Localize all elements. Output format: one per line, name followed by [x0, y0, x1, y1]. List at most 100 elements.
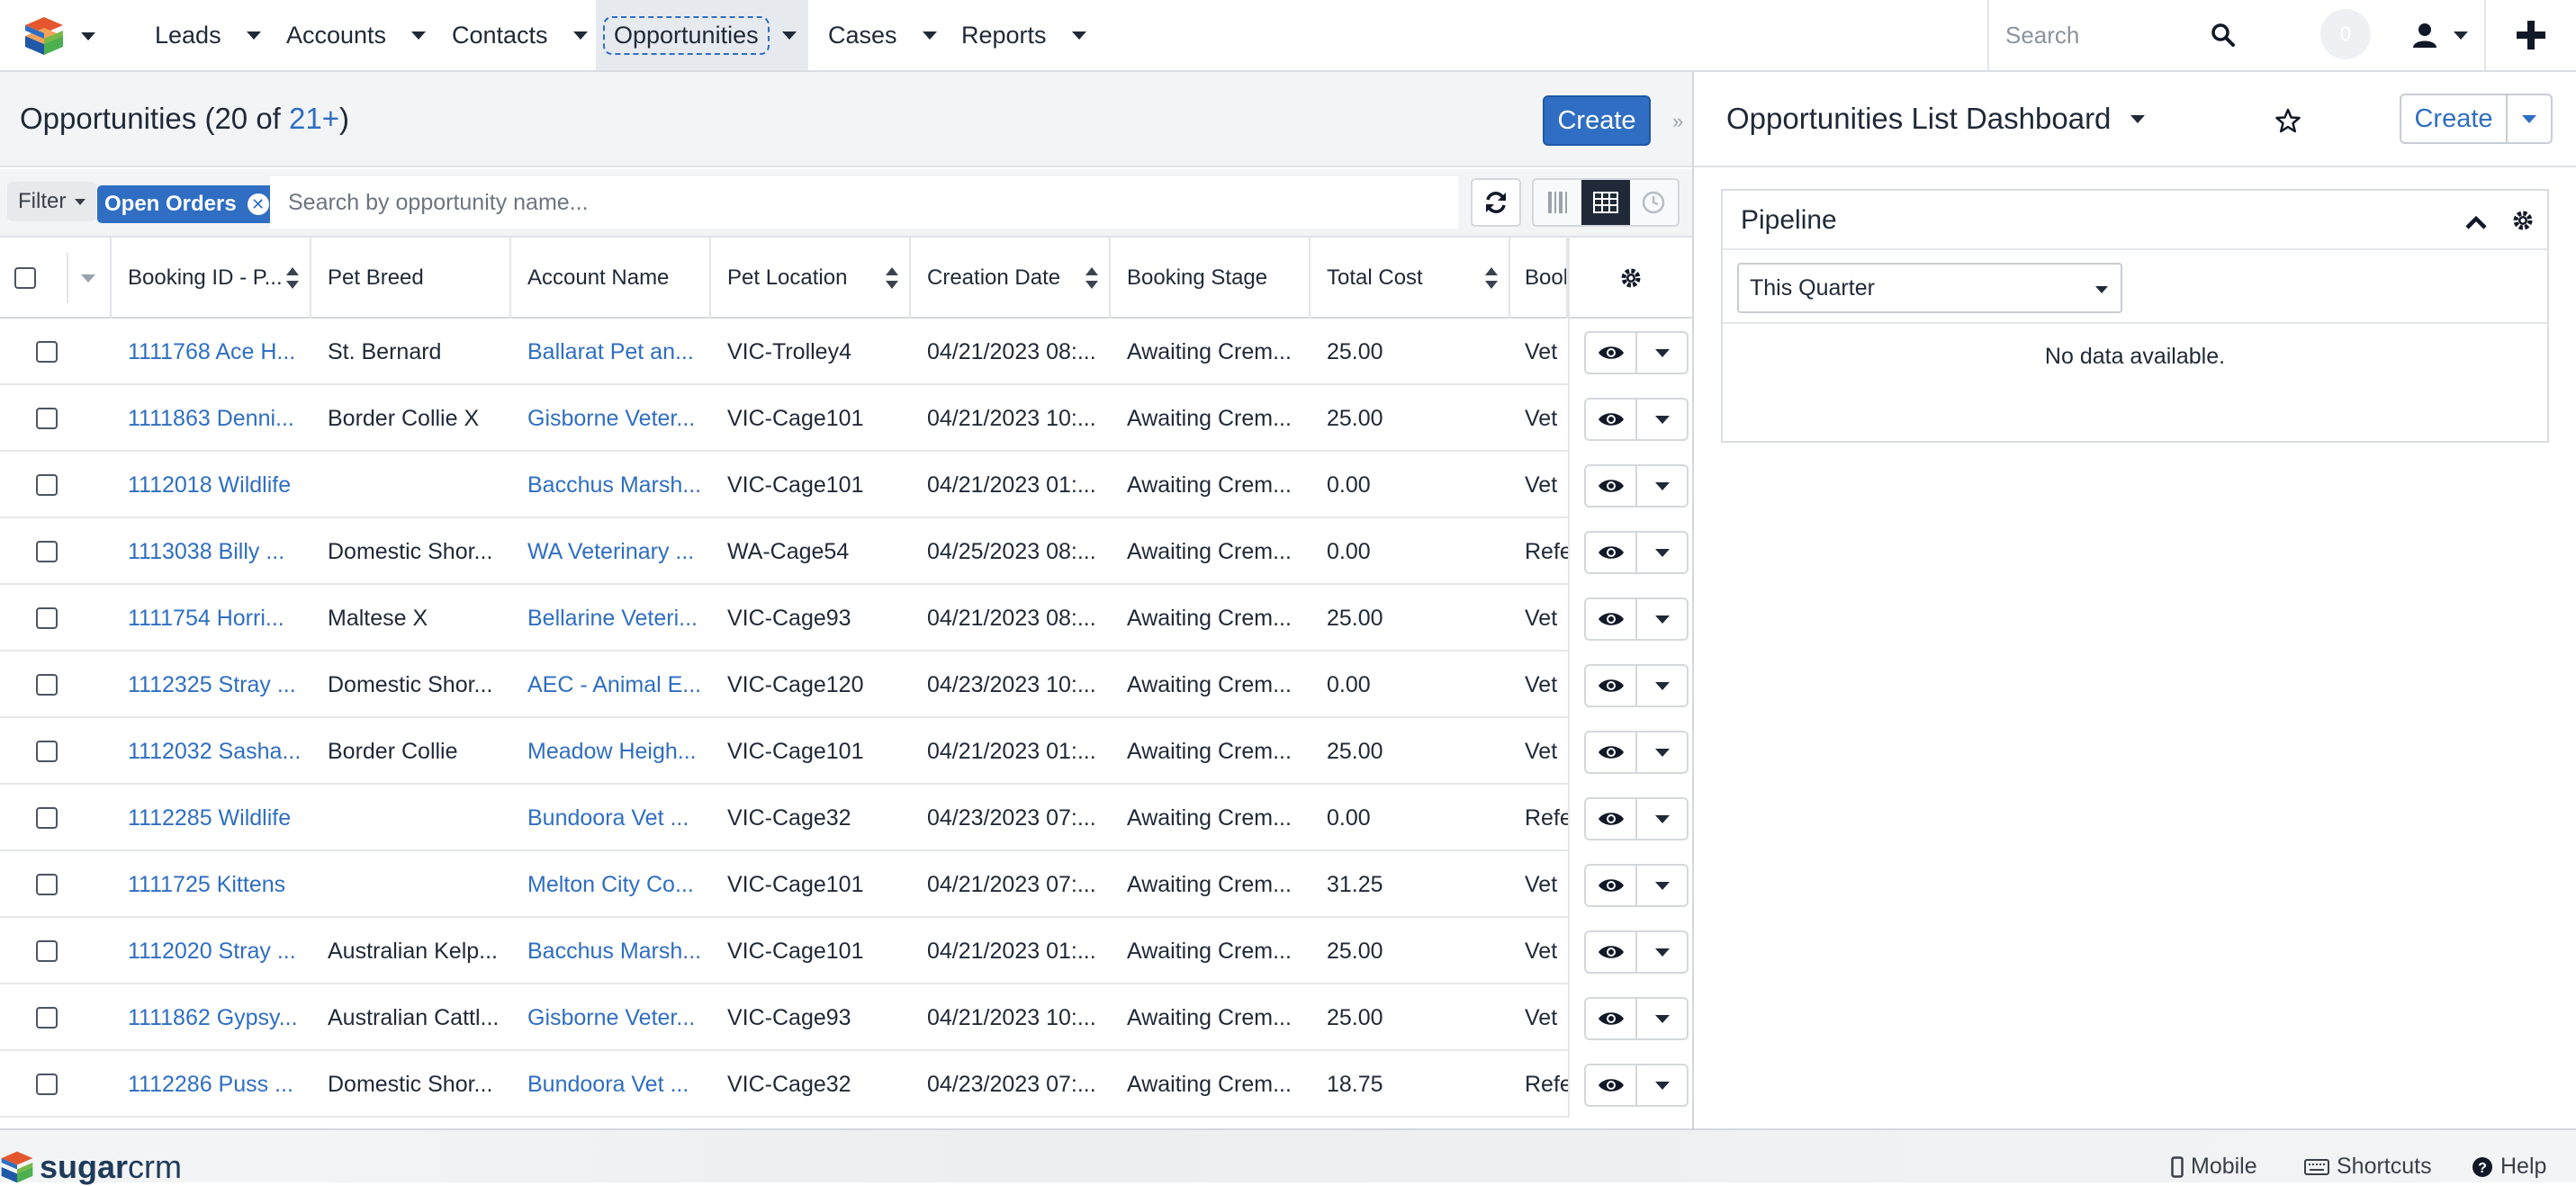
row-actions-dropdown[interactable] [1635, 866, 1687, 905]
account-name-link[interactable]: Bacchus Marsh... [511, 918, 711, 984]
row-checkbox[interactable] [36, 741, 58, 762]
quick-create-button[interactable] [2484, 0, 2576, 70]
column-header-creation-date[interactable]: Creation Date [911, 238, 1111, 319]
favorite-star-icon[interactable] [2275, 108, 2301, 133]
row-checkbox[interactable] [36, 1074, 58, 1095]
preview-button[interactable] [1586, 732, 1635, 772]
mass-actions-chevron-icon[interactable] [81, 274, 95, 283]
chevron-down-icon[interactable] [411, 31, 427, 40]
nav-tab-cases[interactable]: Cases [808, 0, 957, 70]
account-name-link[interactable]: WA Veterinary ... [511, 518, 711, 585]
account-name-link[interactable]: Bellarine Veteri... [511, 585, 711, 651]
row-checkbox[interactable] [36, 474, 58, 496]
preview-button[interactable] [1586, 999, 1635, 1038]
account-name-link[interactable]: Bacchus Marsh... [511, 452, 711, 518]
account-name-link[interactable]: Melton City Co... [511, 851, 711, 918]
preview-button[interactable] [1586, 533, 1635, 572]
nav-tab-leads[interactable]: Leads [135, 0, 281, 70]
nav-tab-accounts[interactable]: Accounts [266, 0, 446, 70]
shortcuts-link[interactable]: Shortcuts [2304, 1154, 2432, 1180]
collapse-dashboard-icon[interactable]: » [1672, 110, 1683, 133]
booking-id-link[interactable]: 1111862 Gypsy... [112, 984, 311, 1051]
column-header-account-name[interactable]: Account Name [511, 238, 711, 319]
sugarcrm-footer-logo[interactable]: sugarcrm [0, 1148, 182, 1186]
account-name-link[interactable]: Gisborne Veter... [511, 984, 711, 1051]
gear-icon[interactable] [2511, 209, 2535, 232]
list-view-button[interactable] [1581, 180, 1630, 225]
column-header-booking-stage[interactable]: Booking Stage [1111, 238, 1311, 319]
global-search-input[interactable] [1993, 21, 2173, 49]
refresh-button[interactable] [1471, 178, 1521, 227]
dashboard-title[interactable]: Opportunities List Dashboard [1726, 102, 2146, 136]
preview-button[interactable] [1586, 400, 1635, 439]
column-header-pet-location[interactable]: Pet Location [711, 238, 911, 319]
app-logo-menu[interactable] [23, 11, 95, 61]
row-checkbox[interactable] [36, 607, 58, 629]
user-menu[interactable] [2412, 0, 2468, 70]
booking-id-link[interactable]: 1111768 Ace H... [112, 319, 311, 385]
chevron-down-icon[interactable] [246, 31, 261, 40]
preview-button[interactable] [1586, 866, 1635, 905]
booking-id-link[interactable]: 1112325 Stray ... [112, 651, 311, 718]
account-name-link[interactable]: Bundoora Vet ... [511, 1051, 711, 1118]
booking-id-link[interactable]: 1111725 Kittens [112, 851, 311, 918]
activity-view-button[interactable] [1630, 180, 1678, 225]
booking-id-link[interactable]: 1112020 Stray ... [112, 918, 311, 984]
row-actions-dropdown[interactable] [1635, 666, 1687, 705]
row-actions-dropdown[interactable] [1635, 1065, 1687, 1105]
active-filter-pill[interactable]: Open Orders ✕ [97, 185, 278, 223]
booking-id-link[interactable]: 1111754 Horri... [112, 585, 311, 651]
column-header-booking-extra[interactable]: Bool [1510, 238, 1568, 319]
row-checkbox[interactable] [36, 874, 58, 895]
booking-id-link[interactable]: 1112018 Wildlife [112, 452, 311, 518]
chevron-down-icon[interactable] [922, 31, 937, 40]
row-actions-dropdown[interactable] [1635, 533, 1687, 572]
row-checkbox[interactable] [36, 807, 58, 829]
column-view-button[interactable] [1534, 180, 1581, 225]
row-actions-dropdown[interactable] [1635, 799, 1687, 839]
row-checkbox[interactable] [36, 408, 58, 429]
column-header-pet-breed[interactable]: Pet Breed [311, 238, 511, 319]
pane-divider[interactable] [1692, 72, 1694, 1128]
dashboard-create-dropdown[interactable] [2506, 95, 2551, 142]
row-actions-dropdown[interactable] [1635, 732, 1687, 772]
account-name-link[interactable]: Meadow Heigh... [511, 718, 711, 785]
filter-dropdown[interactable]: Filter [7, 182, 97, 221]
nav-tab-reports[interactable]: Reports [941, 0, 1106, 70]
row-actions-dropdown[interactable] [1635, 599, 1687, 639]
row-checkbox[interactable] [36, 940, 58, 962]
column-header-booking-id[interactable]: Booking ID - P... [112, 238, 311, 319]
row-checkbox[interactable] [36, 341, 58, 363]
sort-icon[interactable] [1485, 267, 1498, 289]
time-range-select[interactable]: This Quarter [1737, 263, 2122, 313]
search-icon[interactable] [2211, 22, 2236, 48]
account-name-link[interactable]: Gisborne Veter... [511, 385, 711, 452]
booking-id-link[interactable]: 1112032 Sasha... [112, 718, 311, 785]
account-name-link[interactable]: Ballarat Pet an... [511, 319, 711, 385]
chevron-down-icon[interactable] [1071, 31, 1086, 40]
preview-button[interactable] [1586, 466, 1635, 506]
account-name-link[interactable]: Bundoora Vet ... [511, 785, 711, 851]
dashboard-create-button[interactable]: Create [2401, 95, 2506, 142]
mobile-link[interactable]: Mobile [2171, 1154, 2257, 1180]
booking-id-link[interactable]: 1112285 Wildlife [112, 785, 311, 851]
help-link[interactable]: ? Help [2472, 1154, 2546, 1180]
row-actions-dropdown[interactable] [1635, 999, 1687, 1038]
preview-button[interactable] [1586, 932, 1635, 972]
column-header-total-cost[interactable]: Total Cost [1311, 238, 1510, 319]
sort-icon[interactable] [886, 267, 898, 289]
preview-button[interactable] [1586, 666, 1635, 705]
nav-tab-contacts[interactable]: Contacts [432, 0, 608, 70]
account-name-link[interactable]: AEC - Animal E... [511, 651, 711, 718]
opportunity-search-input[interactable] [270, 176, 1458, 229]
row-checkbox[interactable] [36, 1007, 58, 1029]
gear-icon[interactable] [1619, 266, 1643, 290]
remove-filter-icon[interactable]: ✕ [247, 193, 269, 215]
record-count-total-link[interactable]: 21+ [289, 102, 339, 135]
sort-icon[interactable] [1085, 267, 1098, 289]
row-actions-dropdown[interactable] [1635, 932, 1687, 972]
nav-tab-opportunities[interactable]: Opportunities [596, 0, 808, 70]
create-button[interactable]: Create [1543, 95, 1651, 146]
booking-id-link[interactable]: 1113038 Billy ... [112, 518, 311, 585]
row-actions-dropdown[interactable] [1635, 400, 1687, 439]
